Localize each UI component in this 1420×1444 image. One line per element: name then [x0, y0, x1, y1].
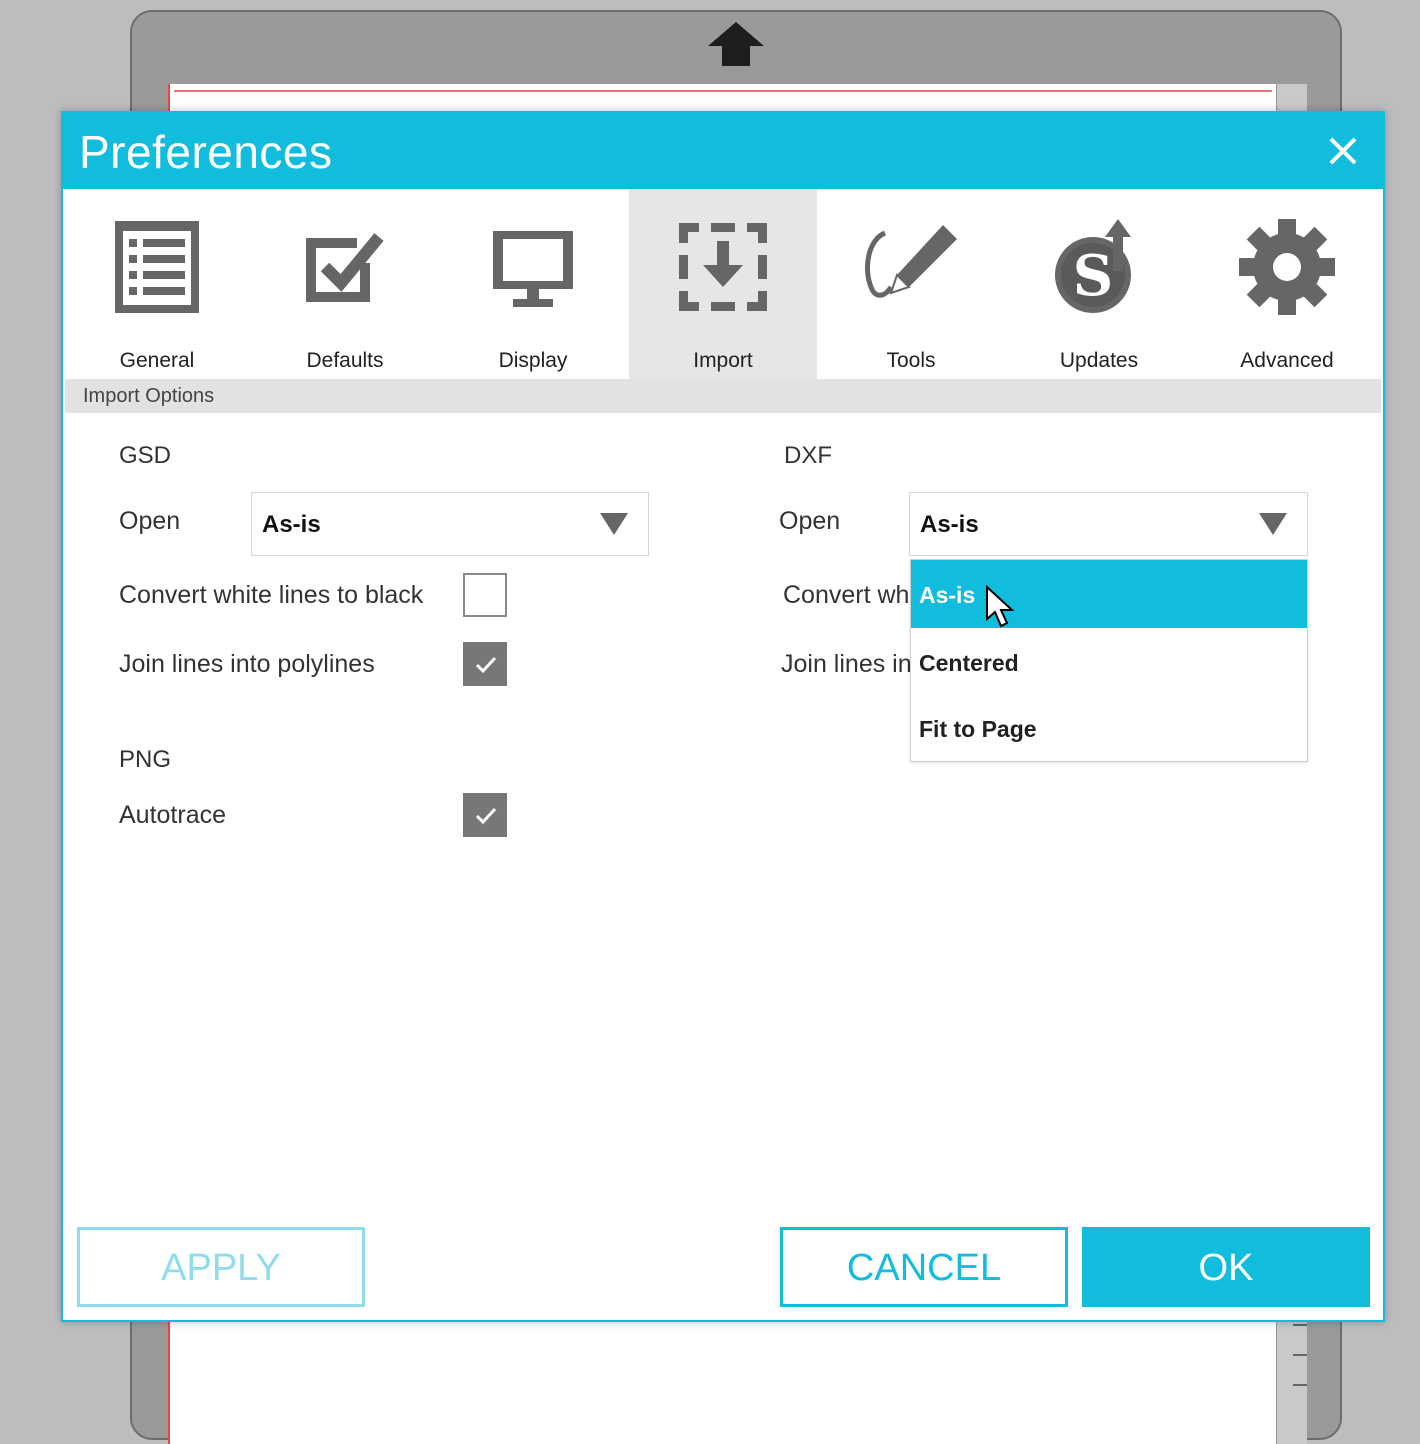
dxf-open-value: As-is [920, 511, 979, 538]
dropdown-option-as-is[interactable]: As-is [911, 560, 1307, 628]
dxf-open-select[interactable]: As-is [909, 492, 1308, 556]
png-autotrace-label: Autotrace [119, 801, 227, 829]
tab-import[interactable]: Import [629, 189, 817, 379]
gsd-join-label: Join lines into polylines [119, 650, 375, 678]
dxf-open-label: Open [779, 507, 841, 535]
preferences-dialog: Preferences General Defaults Display Imp… [61, 111, 1385, 1322]
gsd-convert-label: Convert white lines to black [119, 581, 424, 609]
pen-tool-icon [865, 225, 957, 298]
dxf-convert-label: Convert wh [783, 581, 910, 609]
dropdown-option-fit-to-page[interactable]: Fit to Page [911, 694, 1307, 762]
tab-label: General [119, 349, 195, 372]
ok-button[interactable]: OK [1082, 1227, 1370, 1307]
tab-tools[interactable]: Tools [817, 189, 1005, 379]
gear-icon [1239, 219, 1335, 315]
section-header: Import Options [65, 379, 1381, 413]
tab-label: Display [498, 349, 568, 372]
tab-label: Defaults [306, 349, 384, 372]
checkmark-icon [475, 656, 497, 674]
list-icon [115, 221, 199, 313]
gsd-open-select[interactable]: As-is [251, 492, 649, 556]
close-icon[interactable] [1323, 131, 1363, 171]
svg-text:S: S [1073, 243, 1113, 309]
gsd-convert-checkbox[interactable] [463, 573, 507, 617]
tab-general[interactable]: General [63, 189, 251, 379]
preferences-tabs: General Defaults Display Import Tools S … [63, 189, 1383, 379]
cancel-button[interactable]: CANCEL [780, 1227, 1068, 1307]
section-label: Import Options [83, 385, 215, 407]
checkmark-box-icon [306, 233, 384, 302]
chevron-down-icon [1259, 513, 1287, 535]
tab-label: Import [693, 349, 753, 372]
tab-display[interactable]: Display [439, 189, 627, 379]
chevron-down-icon [600, 513, 628, 535]
apply-button[interactable]: APPLY [77, 1227, 365, 1307]
mouse-cursor-icon [986, 585, 1015, 628]
tab-updates[interactable]: S Updates [1005, 189, 1193, 379]
updates-icon: S [1055, 219, 1131, 313]
gsd-open-label: Open [119, 507, 181, 535]
import-icon [679, 223, 767, 311]
gsd-heading: GSD [119, 442, 172, 469]
tab-defaults[interactable]: Defaults [251, 189, 439, 379]
monitor-icon [493, 231, 573, 307]
dxf-heading: DXF [784, 442, 832, 469]
gsd-join-checkbox[interactable] [463, 642, 507, 686]
checkmark-icon [475, 807, 497, 825]
dropdown-option-centered[interactable]: Centered [911, 628, 1307, 696]
png-autotrace-checkbox[interactable] [463, 793, 507, 837]
tab-label: Updates [1059, 349, 1139, 372]
png-heading: PNG [119, 746, 172, 773]
dxf-open-dropdown-list: As-is Centered Fit to Page [910, 559, 1308, 762]
tab-label: Advanced [1240, 349, 1334, 372]
tab-label: Tools [886, 349, 936, 372]
up-arrow-icon [708, 22, 764, 66]
gsd-open-value: As-is [262, 511, 321, 538]
dialog-titlebar: Preferences [63, 113, 1383, 189]
tab-advanced[interactable]: Advanced [1193, 189, 1381, 379]
dxf-join-label: Join lines in [781, 650, 912, 678]
dialog-title: Preferences [79, 126, 333, 178]
